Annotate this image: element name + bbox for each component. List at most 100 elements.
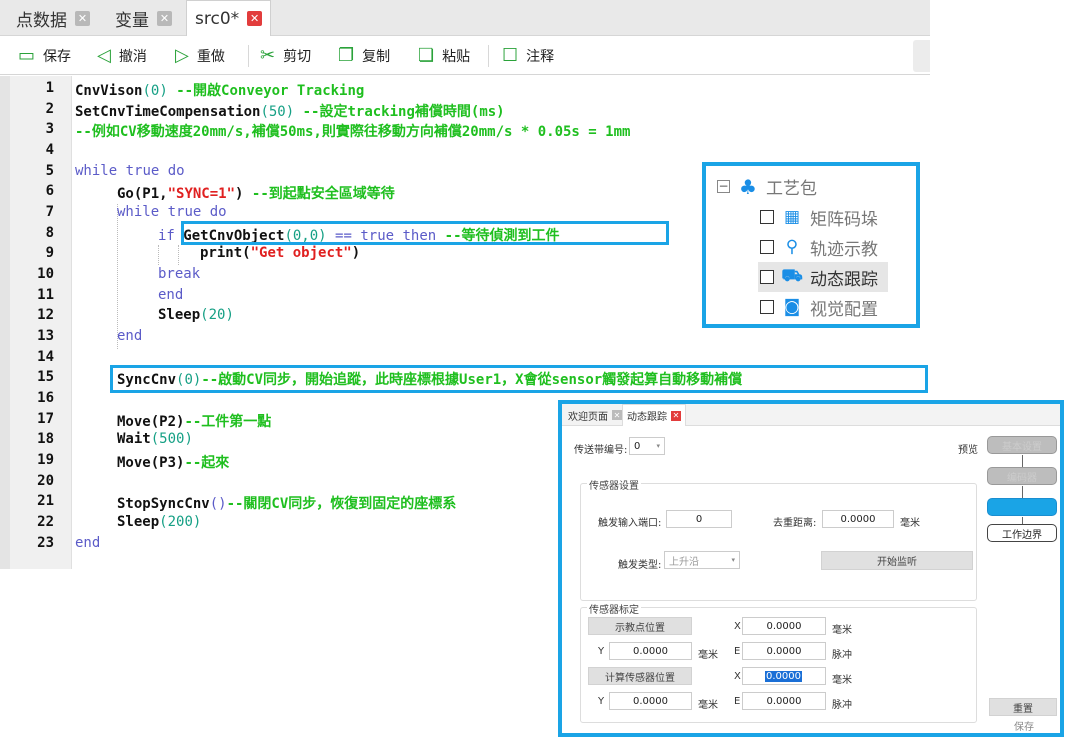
flow-step-work-boundary[interactable]: 工作边界 bbox=[987, 524, 1057, 542]
code-token: P1, bbox=[142, 186, 168, 202]
package-item-vision[interactable]: ◙ 视觉配置 bbox=[760, 294, 878, 320]
tab-variables[interactable]: 变量 ✕ bbox=[115, 0, 172, 36]
axis-label: X bbox=[734, 671, 741, 682]
comment-button[interactable]: ☐ 注释 bbox=[502, 37, 554, 75]
unit-label: 毫米 bbox=[832, 625, 852, 636]
package-item-trajectory[interactable]: ⚲ 轨迹示教 bbox=[760, 234, 878, 260]
trigger-type-select[interactable]: 上升沿 ▾ bbox=[664, 551, 740, 569]
teach-point-position-button[interactable]: 示教点位置 bbox=[588, 617, 692, 635]
code-string: "Get object" bbox=[250, 245, 352, 261]
unit-label: 脉冲 bbox=[832, 650, 852, 661]
conveyor-number-label: 传送带编号: bbox=[574, 445, 628, 456]
code-keyword: while bbox=[117, 204, 160, 220]
close-icon[interactable]: ✕ bbox=[671, 410, 681, 421]
code-line: SetCnvTimeCompensation(50) --設定tracking補… bbox=[75, 104, 505, 120]
trigger-port-input[interactable]: 0 bbox=[666, 510, 732, 528]
code-keyword: end bbox=[75, 535, 101, 551]
code-line: while true do bbox=[117, 204, 227, 220]
code-line: break bbox=[158, 266, 200, 282]
code-line: while true do bbox=[75, 163, 185, 179]
line-number: 4 bbox=[45, 142, 54, 158]
paste-icon: ❏ bbox=[418, 45, 435, 66]
indent-guide bbox=[178, 245, 179, 265]
flow-step-sensor[interactable] bbox=[987, 498, 1057, 516]
reset-button[interactable]: 重置 bbox=[989, 698, 1057, 716]
code-token: Sleep bbox=[158, 307, 201, 323]
tab-welcome[interactable]: 欢迎页面 ✕ bbox=[568, 404, 622, 426]
button-label: 重置 bbox=[1013, 703, 1033, 715]
code-token: Go bbox=[117, 186, 134, 202]
calc-sensor-position-button[interactable]: 计算传感器位置 bbox=[588, 667, 692, 685]
calc-x-input[interactable]: 0.0000 bbox=[742, 667, 826, 685]
input-value: 0.0000 bbox=[633, 695, 668, 707]
line-number: 5 bbox=[45, 163, 54, 179]
tab-point-data[interactable]: 点数据 ✕ bbox=[16, 0, 90, 36]
teach-y-input[interactable]: 0.0000 bbox=[609, 642, 692, 660]
comment-label: 注释 bbox=[526, 49, 555, 65]
close-icon[interactable]: ✕ bbox=[157, 10, 172, 26]
close-icon[interactable]: ✕ bbox=[612, 410, 622, 420]
teach-e-input[interactable]: 0.0000 bbox=[742, 642, 826, 660]
line-number: 17 bbox=[37, 411, 54, 427]
input-value: 0.0000 bbox=[840, 513, 876, 525]
collapse-icon[interactable]: − bbox=[717, 180, 730, 193]
flow-arrow bbox=[1022, 486, 1023, 498]
code-line: Go(P1,"SYNC=1") --到起點安全區域等待 bbox=[117, 186, 395, 202]
unit-label: 脉冲 bbox=[832, 700, 852, 711]
cut-button[interactable]: ✂ 剪切 bbox=[260, 37, 311, 75]
toolbar-overflow[interactable] bbox=[913, 40, 930, 72]
start-listen-button[interactable]: 开始监听 bbox=[821, 551, 973, 570]
code-token: 20 bbox=[208, 307, 226, 323]
copy-button[interactable]: ❐ 复制 bbox=[338, 37, 390, 75]
teach-x-input[interactable]: 0.0000 bbox=[742, 617, 826, 635]
calc-e-input[interactable]: 0.0000 bbox=[742, 692, 826, 710]
process-package-header[interactable]: − ♣ 工艺包 bbox=[717, 174, 817, 199]
code-token: CnvVison bbox=[75, 83, 143, 99]
paste-button[interactable]: ❏ 粘贴 bbox=[418, 37, 470, 75]
tab-dynamic-tracking[interactable]: 动态跟踪 ✕ bbox=[622, 404, 686, 426]
calc-y-input[interactable]: 0.0000 bbox=[609, 692, 692, 710]
checkbox[interactable] bbox=[760, 270, 774, 284]
tab-label: src0* bbox=[195, 8, 240, 29]
chevron-down-icon: ▾ bbox=[656, 442, 660, 450]
code-comment: --開啟Conveyor Tracking bbox=[176, 83, 365, 99]
line-number: 11 bbox=[37, 287, 54, 303]
copy-icon: ❐ bbox=[338, 45, 355, 66]
flow-arrow bbox=[1022, 455, 1023, 467]
preview-button[interactable]: 预览 bbox=[958, 441, 978, 456]
line-number: 3 bbox=[45, 121, 54, 137]
close-icon[interactable]: ✕ bbox=[75, 10, 90, 26]
dedup-distance-input[interactable]: 0.0000 bbox=[822, 510, 894, 528]
unit-label: 毫米 bbox=[698, 650, 718, 661]
scissors-icon: ✂ bbox=[260, 45, 276, 66]
flow-step-basic-settings[interactable]: 基本设置 bbox=[987, 436, 1057, 454]
redo-icon: ▷ bbox=[175, 45, 189, 66]
input-value: 0.0000 bbox=[633, 645, 668, 657]
line-number: 7 bbox=[45, 204, 54, 220]
package-item-dynamic-tracking[interactable]: ⛟ 动态跟踪 bbox=[758, 262, 888, 292]
tab-src0[interactable]: src0* ✕ bbox=[186, 0, 272, 36]
package-item-label: 矩阵码垛 bbox=[810, 209, 878, 230]
unit-label: 毫米 bbox=[832, 675, 852, 686]
code-comment: --工件第一點 bbox=[184, 414, 272, 430]
line-number: 13 bbox=[37, 328, 54, 344]
code-keyword: end bbox=[158, 287, 184, 303]
save-button[interactable]: ▭ 保存 bbox=[18, 37, 71, 75]
checkbox[interactable] bbox=[760, 210, 774, 224]
checkbox[interactable] bbox=[760, 300, 774, 314]
location-pin-icon: ⚲ bbox=[785, 237, 799, 257]
checkbox[interactable] bbox=[760, 240, 774, 254]
undo-label: 撤消 bbox=[118, 49, 147, 65]
flow-step-encoder[interactable]: 编码器 bbox=[987, 467, 1057, 485]
package-item-palletizing[interactable]: ▦ 矩阵码垛 bbox=[760, 204, 878, 230]
conveyor-number-select[interactable]: 0 ▾ bbox=[629, 437, 665, 455]
save-label: 保存 bbox=[43, 49, 72, 65]
redo-button[interactable]: ▷ 重做 bbox=[175, 37, 225, 75]
close-icon[interactable]: ✕ bbox=[247, 11, 263, 26]
axis-label: Y bbox=[598, 696, 605, 707]
code-token: 200 bbox=[167, 514, 193, 530]
undo-button[interactable]: ◁ 撤消 bbox=[97, 37, 147, 75]
save-button[interactable]: 保存 bbox=[1014, 718, 1034, 733]
code-keyword: do bbox=[209, 204, 227, 220]
tab-label: 变量 bbox=[115, 10, 149, 31]
